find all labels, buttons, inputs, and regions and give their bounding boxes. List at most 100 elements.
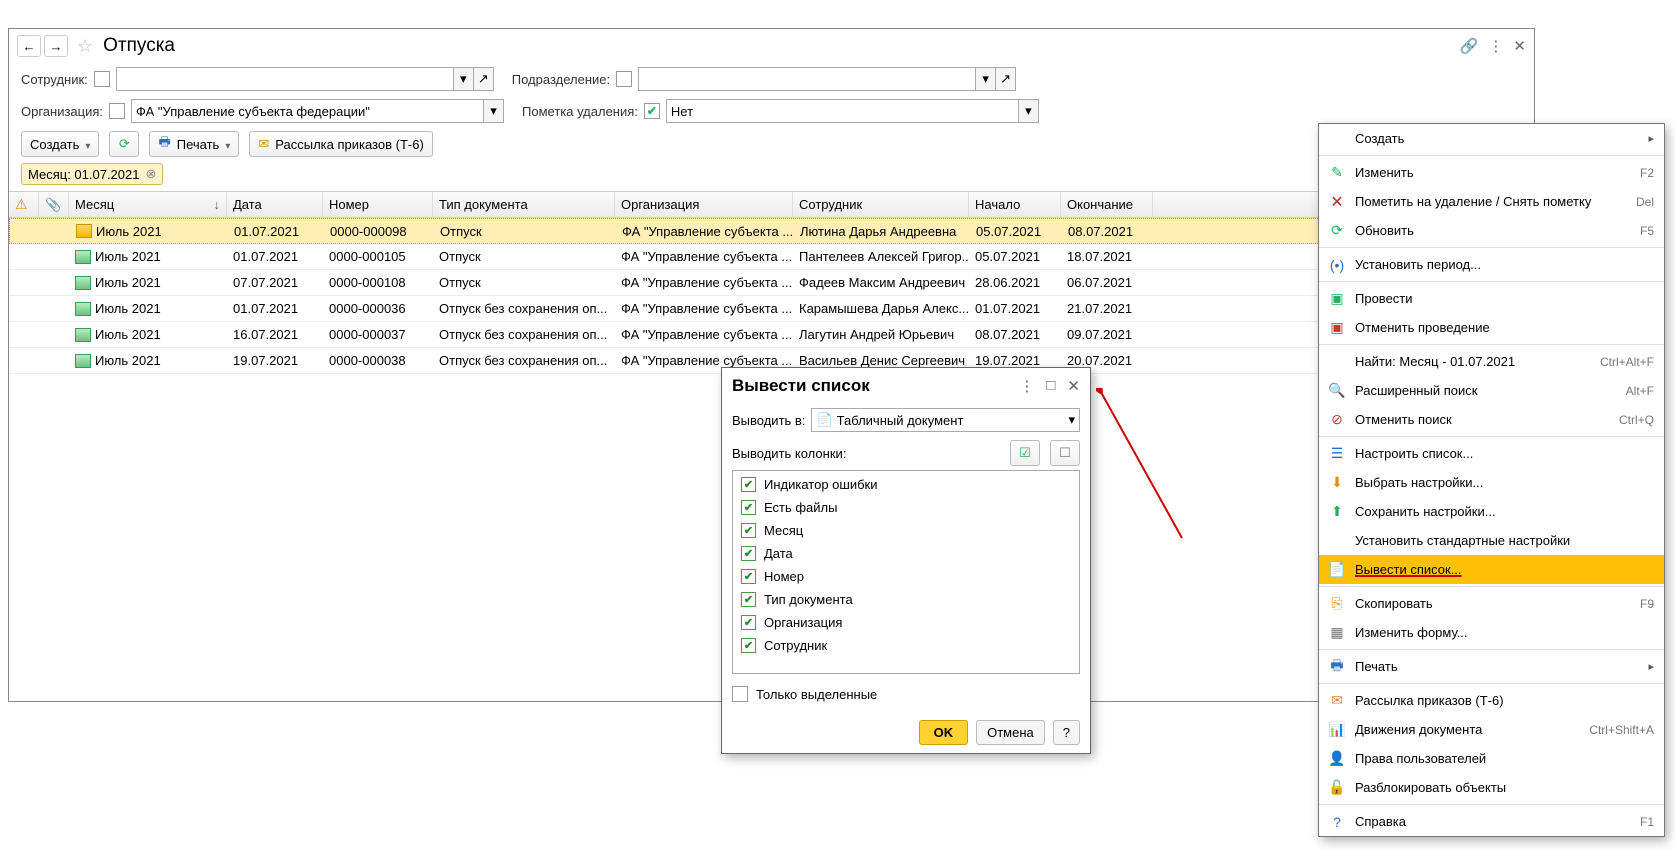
- menu-change-form[interactable]: ▦Изменить форму...: [1319, 618, 1664, 647]
- organization-dropdown-btn[interactable]: ▾: [484, 99, 504, 123]
- clip-col-icon: 📎: [45, 197, 61, 213]
- menu-config-list[interactable]: ☰Настроить список...: [1319, 439, 1664, 468]
- dialog-title: Вывести список: [732, 376, 870, 396]
- menu-save-settings[interactable]: ⬆Сохранить настройки...: [1319, 497, 1664, 526]
- column-checkbox-item[interactable]: Индикатор ошибки: [735, 473, 1077, 496]
- employee-filter-label: Сотрудник:: [21, 72, 88, 87]
- menu-cancel-find[interactable]: ⊘Отменить поискCtrl+Q: [1319, 405, 1664, 434]
- menu-default-settings[interactable]: Установить стандартные настройки: [1319, 526, 1664, 555]
- only-selected-checkbox[interactable]: [732, 686, 748, 702]
- employee-filter-input[interactable]: [116, 67, 454, 91]
- forward-button[interactable]: →: [44, 35, 68, 57]
- output-to-label: Выводить в:: [732, 413, 805, 428]
- employee-open-btn[interactable]: ↗: [474, 67, 494, 91]
- deletion-dropdown-btn[interactable]: ▾: [1019, 99, 1039, 123]
- page-title: Отпуска: [103, 35, 175, 57]
- menu-cancel-post[interactable]: ▣Отменить проведение: [1319, 313, 1664, 342]
- refresh-icon-button[interactable]: ⟳: [109, 131, 139, 157]
- menu-find[interactable]: Найти: Месяц - 01.07.2021Ctrl+Alt+F: [1319, 347, 1664, 376]
- table-row[interactable]: Июль 202101.07.20210000-000036Отпуск без…: [9, 296, 1534, 322]
- check-icon: [741, 638, 756, 653]
- month-filter-chip[interactable]: Месяц: 01.07.2021 ⊗: [21, 163, 163, 185]
- back-button[interactable]: ←: [17, 35, 41, 57]
- organization-filter-checkbox[interactable]: [109, 103, 125, 119]
- chip-close-icon[interactable]: ⊗: [145, 166, 156, 182]
- col-doctype[interactable]: Тип документа: [433, 192, 615, 217]
- favorite-icon[interactable]: ☆: [77, 36, 93, 57]
- col-employee[interactable]: Сотрудник: [793, 192, 969, 217]
- column-checkbox-item[interactable]: Номер: [735, 565, 1077, 588]
- uncheck-all-button[interactable]: ☐: [1050, 440, 1080, 466]
- employee-dropdown-btn[interactable]: ▾: [454, 67, 474, 91]
- deletion-filter-label: Пометка удаления:: [522, 104, 638, 119]
- menu-advanced-find[interactable]: 🔍Расширенный поискAlt+F: [1319, 376, 1664, 405]
- cancel-button[interactable]: Отмена: [976, 720, 1045, 745]
- ok-button[interactable]: OK: [919, 720, 969, 745]
- col-date[interactable]: Дата: [227, 192, 323, 217]
- column-checkbox-item[interactable]: Организация: [735, 611, 1077, 634]
- department-open-btn[interactable]: ↗: [996, 67, 1016, 91]
- row-doc-icon: [75, 276, 91, 290]
- table-row[interactable]: Июль 202101.07.20210000-000098ОтпускФА "…: [9, 218, 1534, 244]
- department-filter-label: Подразделение:: [512, 72, 610, 87]
- menu-refresh[interactable]: ⟳ОбновитьF5: [1319, 216, 1664, 245]
- dialog-kebab-icon[interactable]: ⋮: [1019, 377, 1034, 395]
- close-icon[interactable]: ✕: [1513, 37, 1526, 55]
- menu-user-rights[interactable]: 👤Права пользователей: [1319, 744, 1664, 773]
- col-number[interactable]: Номер: [323, 192, 433, 217]
- deletion-filter-checkbox[interactable]: [644, 103, 660, 119]
- columns-list[interactable]: Индикатор ошибкиЕсть файлыМесяцДатаНомер…: [732, 470, 1080, 674]
- check-all-button[interactable]: ☑: [1010, 440, 1040, 466]
- menu-help[interactable]: ?СправкаF1: [1319, 807, 1664, 836]
- row-doc-icon: [75, 250, 91, 264]
- column-checkbox-item[interactable]: Сотрудник: [735, 634, 1077, 657]
- table-header: ⚠ 📎 Месяц Дата Номер Тип документа Орган…: [9, 192, 1534, 218]
- row-doc-icon: [75, 354, 91, 368]
- menu-edit[interactable]: ✎ИзменитьF2: [1319, 158, 1664, 187]
- department-dropdown-btn[interactable]: ▾: [976, 67, 996, 91]
- mailing-button[interactable]: ✉Рассылка приказов (Т-6): [249, 131, 432, 157]
- menu-choose-settings[interactable]: ⬇Выбрать настройки...: [1319, 468, 1664, 497]
- kebab-icon[interactable]: ⋮: [1488, 37, 1503, 55]
- menu-print[interactable]: 🖶Печать▸: [1319, 652, 1664, 681]
- more-menu: Создать▸ ✎ИзменитьF2 🗙Пометить на удален…: [1318, 123, 1665, 837]
- menu-unlock[interactable]: 🔓Разблокировать объекты: [1319, 773, 1664, 802]
- row-doc-icon: [75, 302, 91, 316]
- menu-mailing[interactable]: ✉Рассылка приказов (Т-6): [1319, 686, 1664, 715]
- table-row[interactable]: Июль 202101.07.20210000-000105ОтпускФА "…: [9, 244, 1534, 270]
- deletion-filter-input[interactable]: Нет: [666, 99, 1019, 123]
- employee-filter-checkbox[interactable]: [94, 71, 110, 87]
- column-checkbox-item[interactable]: Есть файлы: [735, 496, 1077, 519]
- menu-post[interactable]: ▣Провести: [1319, 284, 1664, 313]
- export-list-dialog: Вывести список ⋮ □ ✕ Выводить в: 📄 Табли…: [721, 367, 1091, 754]
- table-row[interactable]: Июль 202116.07.20210000-000037Отпуск без…: [9, 322, 1534, 348]
- dialog-maximize-icon[interactable]: □: [1046, 377, 1055, 395]
- department-filter-input[interactable]: [638, 67, 976, 91]
- menu-movements[interactable]: 📊Движения документаCtrl+Shift+A: [1319, 715, 1664, 744]
- output-to-select[interactable]: 📄 Табличный документ ▾: [811, 408, 1080, 432]
- department-filter-checkbox[interactable]: [616, 71, 632, 87]
- col-start[interactable]: Начало: [969, 192, 1061, 217]
- create-button[interactable]: Создать: [21, 131, 99, 157]
- organization-filter-input[interactable]: ФА "Управление субъекта федерации": [131, 99, 484, 123]
- menu-create[interactable]: Создать▸: [1319, 124, 1664, 153]
- col-month[interactable]: Месяц: [69, 192, 227, 217]
- table-row[interactable]: Июль 202107.07.20210000-000108ОтпускФА "…: [9, 270, 1534, 296]
- column-checkbox-item[interactable]: Месяц: [735, 519, 1077, 542]
- menu-mark-delete[interactable]: 🗙Пометить на удаление / Снять пометкуDel: [1319, 187, 1664, 216]
- col-org[interactable]: Организация: [615, 192, 793, 217]
- column-checkbox-item[interactable]: Тип документа: [735, 588, 1077, 611]
- menu-export-list[interactable]: 📄Вывести список...: [1319, 555, 1664, 584]
- only-selected-label: Только выделенные: [756, 687, 877, 702]
- print-button[interactable]: 🖶Печать: [149, 131, 239, 157]
- check-icon: [741, 546, 756, 561]
- menu-copy[interactable]: ⎘СкопироватьF9: [1319, 589, 1664, 618]
- check-icon: [741, 523, 756, 538]
- column-checkbox-item[interactable]: Дата: [735, 542, 1077, 565]
- link-icon[interactable]: 🔗: [1460, 37, 1479, 55]
- col-end[interactable]: Окончание: [1061, 192, 1153, 217]
- dialog-help-button[interactable]: ?: [1053, 720, 1080, 745]
- warn-col-icon: ⚠: [15, 196, 28, 213]
- menu-set-period[interactable]: (•)Установить период...: [1319, 250, 1664, 279]
- dialog-close-icon[interactable]: ✕: [1067, 377, 1080, 395]
